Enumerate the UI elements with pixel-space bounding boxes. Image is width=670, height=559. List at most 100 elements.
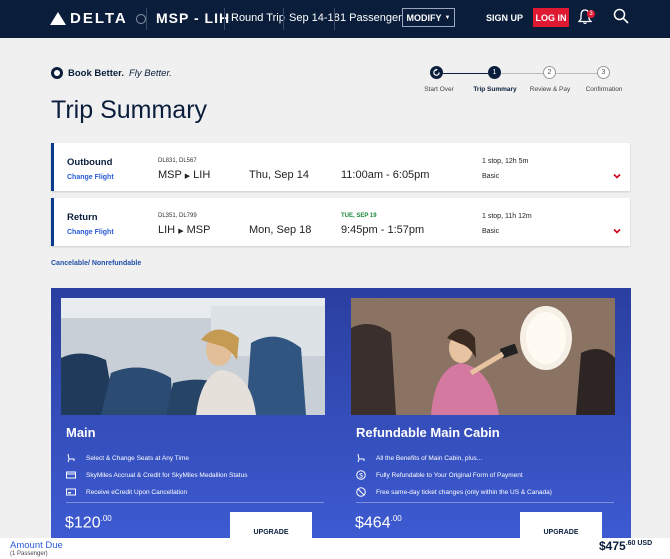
route-arrow-icon: ▶ — [184, 173, 191, 180]
origin-airport: LIH — [158, 224, 176, 236]
total-cents: .60 USD — [625, 540, 653, 547]
return-flight-card: Return Change Flight DL351, DL799 LIH ▶ … — [51, 198, 630, 246]
modify-label: MODIFY — [406, 12, 442, 23]
start-over-icon[interactable] — [430, 66, 443, 79]
booking-progress: Start Over 1 Trip Summary 2 Review & Pay… — [420, 66, 630, 96]
divider — [334, 8, 335, 30]
price-cents: .00 — [100, 514, 112, 523]
flight-times: 9:45pm - 1:57pm — [341, 224, 425, 236]
amount-passenger-count: (1 Passenger) — [10, 551, 48, 557]
arrival-next-day: TUE, SEP 19 — [341, 213, 377, 219]
chevron-down-icon: ▼ — [444, 14, 451, 21]
step-trip-summary: Trip Summary — [473, 86, 517, 93]
fare-card-refundable: Refundable Main Cabin All the Benefits o… — [341, 288, 631, 538]
fare-feature-text: Select & Change Seats at Any Time — [86, 454, 189, 462]
fare-price: $464.00 — [355, 514, 402, 532]
price-cents: .00 — [390, 514, 402, 523]
passenger-count: 1 Passenger — [340, 12, 402, 24]
fare-feature: Receive eCredit Upon Cancellation — [66, 487, 187, 497]
amount-due-label[interactable]: Amount Due — [10, 540, 63, 551]
tagline-bold: Book Better. — [68, 67, 124, 79]
skymiles-card-icon — [66, 471, 76, 479]
upgrade-button[interactable]: UPGRADE — [520, 512, 602, 538]
fare-feature-text: Free same-day ticket changes (only withi… — [376, 488, 552, 496]
destination-airport: LIH — [193, 169, 211, 181]
flight-route: MSP ▶ LIH — [158, 169, 210, 181]
step-connector — [443, 73, 488, 74]
fare-feature: Select & Change Seats at Any Time — [66, 453, 189, 463]
divider — [146, 8, 147, 30]
fare-price: $120.00 — [65, 514, 112, 532]
fare-feature: SkyMiles Accrual & Credit for SkyMiles M… — [66, 470, 247, 480]
amount-due-bar: Amount Due (1 Passenger) $475.60 USD — [0, 538, 670, 559]
tagline-italic: Fly Better. — [128, 67, 172, 79]
trip-route: MSP - LIH — [156, 10, 231, 26]
divider — [356, 502, 614, 503]
refundable-cabin-photo — [351, 298, 615, 415]
ecredit-card-icon — [66, 488, 76, 496]
total-dollars: $475 — [599, 539, 626, 553]
fare-feature: All the Benefits of Main Cabin, plus... — [356, 453, 482, 463]
flight-numbers: DL351, DL799 — [158, 213, 197, 219]
flight-route: LIH ▶ MSP — [158, 224, 210, 236]
flight-stops-duration: 1 stop, 11h 12m — [482, 213, 532, 220]
divider — [283, 8, 284, 30]
flight-date: Mon, Sep 18 — [249, 224, 312, 236]
fare-card-main: Main Select & Change Seats at Any Time S… — [51, 288, 341, 538]
step-start-over[interactable]: Start Over — [424, 86, 454, 93]
fare-class: Basic — [482, 228, 500, 235]
flight-stops-duration: 1 stop, 12h 5m — [482, 158, 529, 165]
fare-feature-text: SkyMiles Accrual & Credit for SkyMiles M… — [86, 471, 248, 479]
sign-up-link[interactable]: SIGN UP — [486, 13, 523, 23]
log-in-button[interactable]: LOG IN — [533, 8, 569, 27]
delta-widget-icon — [50, 12, 66, 25]
trip-dates: Sep 14-18 — [289, 12, 340, 24]
price-dollars: $120 — [65, 514, 101, 532]
tagline-badge-icon — [51, 67, 63, 79]
fare-feature: Free same-day ticket changes (only withi… — [356, 487, 552, 497]
step-3-marker: 3 — [597, 66, 610, 79]
origin-airport: MSP — [158, 169, 182, 181]
step-1-marker: 1 — [488, 66, 501, 79]
change-flight-link[interactable]: Change Flight — [67, 174, 114, 181]
destination-airport: MSP — [186, 224, 211, 236]
brand-tagline: Book Better. Fly Better. — [51, 67, 172, 79]
dollar-icon: $ — [356, 470, 366, 480]
flight-numbers: DL831, DL567 — [158, 158, 197, 164]
flight-date: Thu, Sep 14 — [249, 169, 309, 181]
flight-direction: Return — [67, 212, 98, 223]
change-flight-link[interactable]: Change Flight — [67, 229, 114, 236]
skyteam-seal-icon — [135, 13, 146, 24]
fare-feature-text: Receive eCredit Upon Cancellation — [86, 488, 188, 496]
modify-button[interactable]: MODIFY ▼ — [402, 8, 455, 27]
main-cabin-photo — [61, 298, 325, 415]
brand-name: DELTA — [70, 10, 128, 27]
chevron-down-icon[interactable] — [613, 172, 621, 180]
chevron-down-icon[interactable] — [613, 227, 621, 235]
fare-name: Main — [66, 425, 96, 440]
trip-type: Round Trip — [231, 12, 285, 24]
outbound-flight-card: Outbound Change Flight DL831, DL567 MSP … — [51, 143, 630, 191]
flight-direction: Outbound — [67, 157, 113, 168]
fare-feature-text: All the Benefits of Main Cabin, plus... — [376, 454, 483, 462]
step-2-marker: 2 — [543, 66, 556, 79]
seat-icon — [357, 453, 365, 463]
delta-logo[interactable]: DELTA — [50, 10, 146, 27]
upgrade-button[interactable]: UPGRADE — [230, 512, 312, 538]
flight-times: 11:00am - 6:05pm — [341, 169, 430, 181]
step-connector — [501, 73, 543, 74]
svg-text:$: $ — [359, 473, 363, 480]
divider — [66, 502, 324, 503]
search-icon[interactable] — [613, 8, 629, 24]
price-dollars: $464 — [355, 514, 391, 532]
step-connector — [555, 73, 597, 74]
fare-feature-text: Fully Refundable to Your Original Form o… — [376, 471, 523, 479]
cancellation-policy-link[interactable]: Cancelable/ Nonrefundable — [51, 260, 141, 267]
fare-name: Refundable Main Cabin — [356, 425, 500, 440]
divider — [224, 8, 225, 30]
route-arrow-icon: ▶ — [178, 228, 184, 235]
step-confirmation: Confirmation — [585, 86, 623, 93]
no-change-fee-icon — [356, 487, 366, 497]
page-title: Trip Summary — [51, 96, 208, 124]
step-review-pay: Review & Pay — [529, 86, 571, 93]
